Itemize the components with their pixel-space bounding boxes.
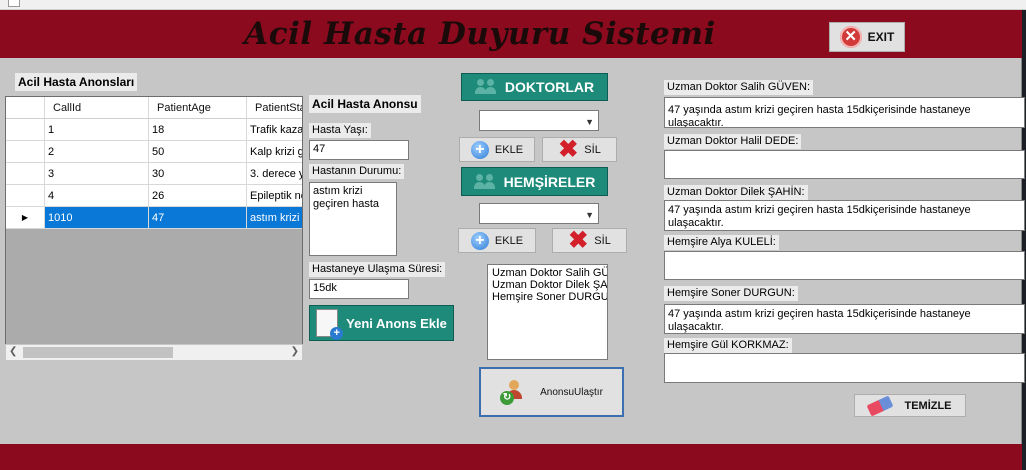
list-item[interactable]: Uzman Doktor Salih GÜ <box>492 267 607 279</box>
cell-callid[interactable]: 1010 <box>45 207 149 229</box>
cell-patientage[interactable]: 30 <box>149 163 247 185</box>
cell-patientage[interactable]: 18 <box>149 119 247 141</box>
people-icon <box>474 78 497 96</box>
condition-label: Hastanın Durumu: <box>309 164 405 179</box>
current-row-marker[interactable]: ▶ <box>6 207 45 229</box>
scrollbar-thumb[interactable] <box>23 347 173 358</box>
scroll-left-icon[interactable]: ❮ <box>9 346 17 357</box>
cell-patientstatus[interactable]: astım krizi g <box>247 207 302 229</box>
nurses-button[interactable]: HEMŞİRELER <box>461 167 608 196</box>
delete-doctor-button[interactable]: ✖ SİL <box>542 137 617 162</box>
add-nurse-button[interactable]: + EKLE <box>458 228 536 253</box>
staff-message-halil[interactable] <box>664 150 1025 179</box>
nurse-select[interactable]: ▼ <box>479 203 599 224</box>
condition-textarea[interactable]: astım krizi geçiren hasta <box>309 182 397 256</box>
cell-patientstatus[interactable]: Epileptik nö <box>247 185 302 207</box>
add-nurse-label: EKLE <box>494 234 524 247</box>
table-row[interactable]: 3 30 3. derece ya <box>6 163 302 185</box>
cell-patientage[interactable]: 50 <box>149 141 247 163</box>
staff-message-alya[interactable] <box>664 251 1025 280</box>
grid-header-row: CallId PatientAge PatientStat <box>6 97 302 119</box>
window-title-strip <box>0 0 1026 10</box>
staff-label-dilek: Uzman Doktor Dilek ŞAHİN: <box>664 185 808 200</box>
cell-callid[interactable]: 1 <box>45 119 149 141</box>
table-row[interactable]: 4 26 Epileptik nö <box>6 185 302 207</box>
table-row-selected[interactable]: ▶ 1010 47 astım krizi g <box>6 207 302 229</box>
doctors-label: DOKTORLAR <box>504 79 595 95</box>
doctor-select[interactable]: ▼ <box>479 110 599 131</box>
age-input[interactable]: 47 <box>309 140 409 160</box>
cell-patientstatus[interactable]: Kalp krizi ge <box>247 141 302 163</box>
window-icon <box>8 0 20 7</box>
row-header[interactable] <box>6 185 45 207</box>
recipients-list[interactable]: Uzman Doktor Salih GÜ Uzman Doktor Dilek… <box>487 264 608 360</box>
staff-label-halil: Uzman Doktor Halil DEDE: <box>664 134 802 149</box>
cell-callid[interactable]: 4 <box>45 185 149 207</box>
add-icon: + <box>470 231 489 250</box>
eraser-icon <box>867 394 894 417</box>
new-announcement-label: Yeni Anons Ekle <box>346 315 447 331</box>
new-announcement-button[interactable]: + Yeni Anons Ekle <box>309 305 454 341</box>
column-header-patientage[interactable]: PatientAge <box>149 97 247 119</box>
clear-button[interactable]: TEMİZLE <box>854 394 966 417</box>
cell-callid[interactable]: 3 <box>45 163 149 185</box>
delete-nurse-label: SİL <box>594 234 611 247</box>
age-label: Hasta Yaşı: <box>309 123 371 138</box>
app-title: Acil Hasta Duyuru Sistemi <box>244 16 716 52</box>
add-icon: + <box>470 140 489 159</box>
row-header[interactable] <box>6 119 45 141</box>
staff-message-gul[interactable] <box>664 353 1025 383</box>
chevron-down-icon: ▼ <box>585 210 594 220</box>
arrival-time-label: Hastaneye Ulaşma Süresi: <box>309 262 446 277</box>
doctors-button[interactable]: DOKTORLAR <box>461 73 608 101</box>
cell-patientage[interactable]: 47 <box>149 207 247 229</box>
people-icon <box>473 173 496 191</box>
delete-doctor-label: SİL <box>584 143 601 156</box>
column-header-patientstatus[interactable]: PatientStat <box>247 97 302 119</box>
nurses-label: HEMŞİRELER <box>503 173 596 190</box>
cell-patientstatus[interactable]: Trafik kaza <box>247 119 302 141</box>
staff-message-salih[interactable]: 47 yaşında astım krizi geçiren hasta 15d… <box>664 97 1025 128</box>
table-row[interactable]: 1 18 Trafik kaza <box>6 119 302 141</box>
staff-message-dilek[interactable]: 47 yaşında astım krizi geçiren hasta 15d… <box>664 200 1025 231</box>
cell-patientage[interactable]: 26 <box>149 185 247 207</box>
delete-icon: ✖ <box>558 135 579 163</box>
row-header[interactable] <box>6 163 45 185</box>
delete-icon: ✖ <box>568 226 589 254</box>
delete-nurse-button[interactable]: ✖ SİL <box>552 228 627 253</box>
add-doctor-label: EKLE <box>494 143 524 156</box>
exit-button[interactable]: ✕ EXIT <box>829 22 905 52</box>
staff-label-alya: Hemşire Alya KULELİ: <box>664 235 779 250</box>
close-icon: ✕ <box>839 26 862 48</box>
table-row[interactable]: 2 50 Kalp krizi ge <box>6 141 302 163</box>
column-header-callid[interactable]: CallId <box>45 97 149 119</box>
staff-label-gul: Hemşire Gül KORKMAZ: <box>664 338 792 353</box>
list-item[interactable]: Hemşire Soner DURGUN <box>492 291 607 303</box>
scroll-right-icon[interactable]: ❯ <box>291 346 299 357</box>
grid-horizontal-scrollbar[interactable]: ❮ ❯ <box>5 344 303 361</box>
grid-corner <box>6 97 45 119</box>
list-item[interactable]: Uzman Doktor Dilek ŞAH <box>492 279 607 291</box>
form-title: Acil Hasta Anonsu <box>309 95 421 113</box>
footer-bar <box>0 444 1022 470</box>
send-announcement-label: AnonsuUlaştır <box>540 386 603 398</box>
send-announcement-button[interactable]: ↻ AnonsuUlaştır <box>479 367 624 417</box>
cell-patientstatus[interactable]: 3. derece ya <box>247 163 302 185</box>
exit-label: EXIT <box>867 30 895 44</box>
staff-message-soner[interactable]: 47 yaşında astım krizi geçiren hasta 15d… <box>664 304 1025 334</box>
arrival-time-input[interactable]: 15dk <box>309 279 409 299</box>
announcements-grid[interactable]: CallId PatientAge PatientStat 1 18 Trafi… <box>5 96 303 361</box>
clear-label: TEMİZLE <box>904 399 952 412</box>
chevron-down-icon: ▼ <box>585 117 594 127</box>
share-user-icon: ↻ <box>500 379 526 405</box>
cell-callid[interactable]: 2 <box>45 141 149 163</box>
staff-label-soner: Hemşire Soner DURGUN: <box>664 286 798 301</box>
new-document-icon: + <box>316 309 344 340</box>
add-doctor-button[interactable]: + EKLE <box>459 137 535 162</box>
staff-label-salih: Uzman Doktor Salih GÜVEN: <box>664 80 814 95</box>
row-header[interactable] <box>6 141 45 163</box>
announcements-title: Acil Hasta Anonsları <box>15 73 138 91</box>
